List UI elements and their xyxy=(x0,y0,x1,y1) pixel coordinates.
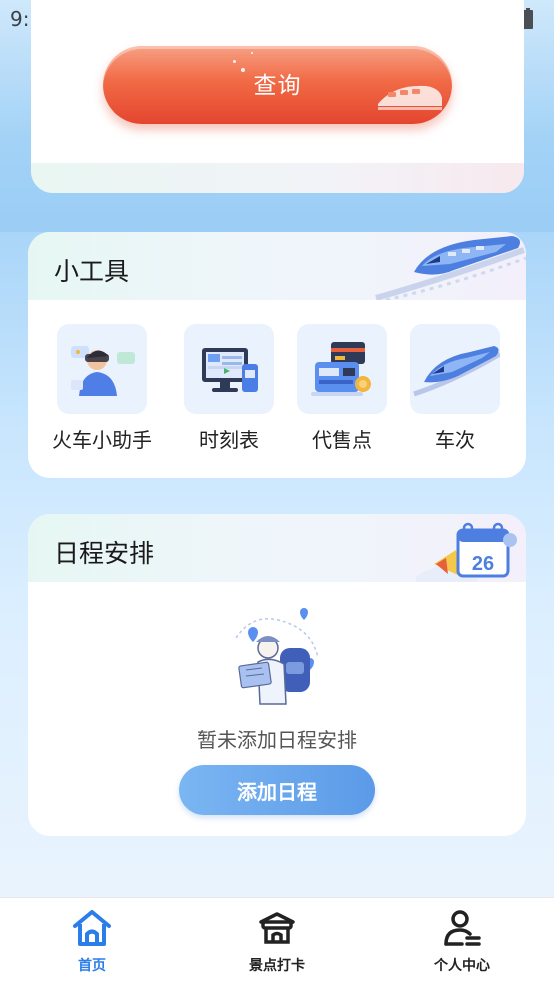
query-button-label: 查询 xyxy=(253,72,302,98)
sparkle-decoration xyxy=(233,60,236,63)
calendar-icon: 26 xyxy=(416,522,517,582)
assistant-icon xyxy=(57,324,147,414)
tools-card-header: 小工具 xyxy=(28,232,526,300)
nav-label: 首页 xyxy=(78,958,106,974)
sparkle-decoration xyxy=(251,52,253,54)
train-decoration-icon xyxy=(378,85,442,110)
nav-item-scenic-spot[interactable]: 景点打卡 xyxy=(212,898,342,984)
query-card-footer xyxy=(31,163,524,193)
bullet-train-icon xyxy=(375,236,526,300)
ticket-agency-icon xyxy=(297,324,387,414)
bottom-nav: 首页 景点打卡 个人中心 xyxy=(0,897,554,984)
tools-card: 小工具 火车小助手 时刻表 代售点 车次 xyxy=(28,232,526,478)
nav-item-home[interactable]: 首页 xyxy=(27,898,157,984)
train-icon xyxy=(410,324,500,414)
schedule-title: 日程安排 xyxy=(54,539,155,568)
tool-train-number[interactable]: 车次 xyxy=(400,324,510,454)
nav-label: 个人中心 xyxy=(434,958,490,974)
tool-label: 车次 xyxy=(435,428,475,452)
battery-icon xyxy=(523,8,533,29)
tool-ticket-agency[interactable]: 代售点 xyxy=(287,324,397,454)
empty-schedule-text: 暂未添加日程安排 xyxy=(197,728,357,752)
tool-label: 时刻表 xyxy=(199,428,259,452)
tools-row: 火车小助手 时刻表 代售点 车次 xyxy=(28,324,526,454)
tool-train-assistant[interactable]: 火车小助手 xyxy=(47,324,157,454)
query-card: 查询 xyxy=(31,0,524,193)
tool-timetable[interactable]: 时刻表 xyxy=(174,324,284,454)
scenic-spot-icon xyxy=(259,912,295,944)
query-button[interactable]: 查询 xyxy=(103,46,452,124)
sparkle-decoration xyxy=(241,68,245,72)
timetable-icon xyxy=(184,324,274,414)
schedule-card: 日程安排 26 暂未添加日程安排 添加日程 xyxy=(28,514,526,836)
tools-title: 小工具 xyxy=(54,257,130,286)
home-icon xyxy=(73,910,111,946)
nav-label: 景点打卡 xyxy=(249,958,305,974)
tool-label: 火车小助手 xyxy=(52,428,152,452)
nav-item-profile[interactable]: 个人中心 xyxy=(397,898,527,984)
profile-icon xyxy=(444,910,481,946)
add-schedule-button[interactable]: 添加日程 xyxy=(179,765,375,815)
traveler-illustration-icon xyxy=(235,608,319,705)
calendar-day: 26 xyxy=(472,553,494,575)
schedule-card-header: 日程安排 26 xyxy=(28,514,526,582)
tool-label: 代售点 xyxy=(312,428,372,452)
